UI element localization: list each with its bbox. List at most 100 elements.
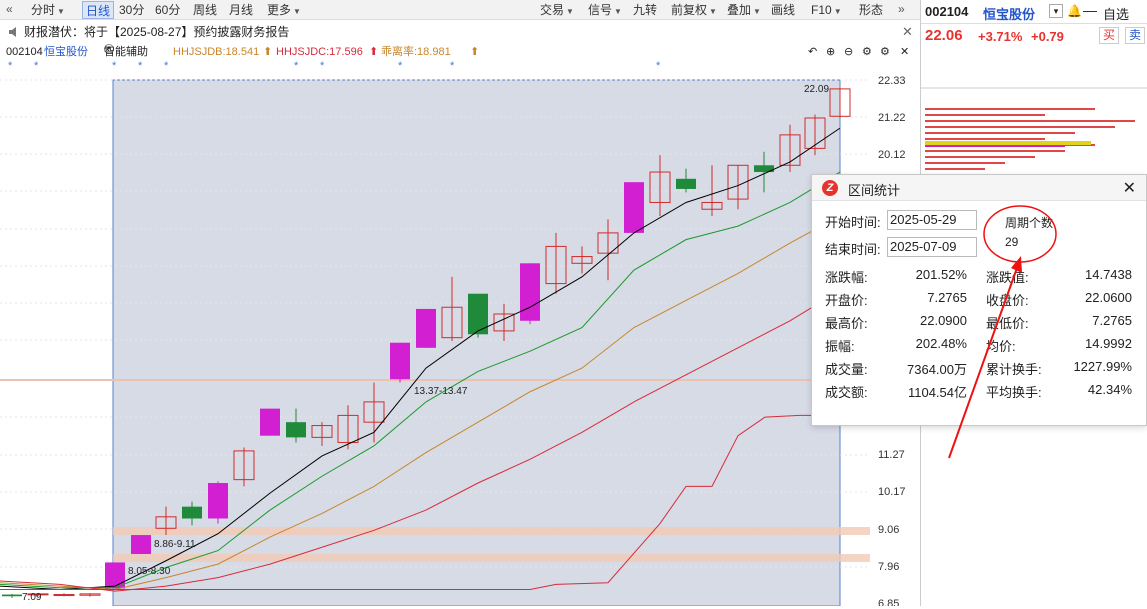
chip-bar — [925, 108, 1095, 110]
y-axis-label: 7.96 — [878, 561, 899, 573]
toolbar-button-3[interactable]: 前复权 ▼ — [668, 1, 720, 19]
collapse-icon[interactable]: « — [6, 2, 13, 16]
dialog-titlebar[interactable]: Z 区间统计 ✕ — [812, 175, 1146, 201]
hhjsjdb-arrow-icon: ⬆ — [263, 46, 273, 58]
notice-text[interactable]: 财报潜伏：将于【2025-08-27】预约披露财务报告 — [24, 22, 289, 42]
zoom-out-icon[interactable]: ⊖ — [844, 44, 853, 60]
stat-value: 7.2765 — [1092, 313, 1132, 328]
chip-bar — [925, 132, 1075, 134]
toolbar-button-label: 叠加 — [727, 3, 752, 17]
period-tab-label: 日线 — [86, 4, 111, 18]
stat-value: 7364.00万 — [907, 362, 967, 377]
chip-bar — [925, 145, 1065, 147]
stat-value: 22.0900 — [920, 313, 967, 328]
stat-label: 涨跌幅: — [825, 270, 868, 285]
deviation-label: 乖离率:18.981 — [381, 46, 451, 58]
y-axis-label: 20.12 — [878, 149, 906, 161]
close-icon[interactable]: ✕ — [902, 22, 913, 42]
zoom-in-icon[interactable]: ⊕ — [826, 44, 835, 60]
y-axis-label: 6.85 — [878, 598, 899, 606]
candle-body — [624, 182, 644, 233]
settings-icon[interactable]: ⚙ — [862, 44, 872, 60]
hhjsjdc-arrow-icon: ⬆ — [369, 46, 379, 58]
candle-body — [182, 506, 202, 519]
buy-button[interactable]: 买 — [1099, 27, 1119, 44]
kline-chart[interactable]: 22.33 21.22 20.12 11.27 10.17 9.06 7.96 6.85 22.… — [0, 72, 920, 609]
stat-label: 平均换手: — [986, 385, 1042, 400]
period-count-value: 29 — [1005, 235, 1019, 249]
candle-body — [286, 422, 306, 438]
stat-label: 成交量: — [825, 362, 868, 377]
search-icon[interactable]: ▾ — [1049, 4, 1063, 18]
stat-value: 42.34% — [1087, 382, 1132, 397]
dropdown-arrow-icon: ▼ — [293, 7, 301, 16]
hhjsjdc-label: HHJSJDC:17.596 — [276, 46, 363, 58]
stat-value: 22.0600 — [1085, 290, 1132, 305]
dropdown-arrow-icon: ▼ — [833, 7, 842, 16]
dialog-close-button[interactable]: ✕ — [1123, 178, 1136, 198]
close-chart-icon[interactable]: ✕ — [900, 44, 909, 60]
candle-body — [520, 263, 540, 321]
chip-bar — [925, 120, 1135, 122]
kline-chart-svg[interactable]: 22.33 21.22 20.12 11.27 10.17 9.06 7.96 6.85 22.… — [0, 72, 920, 609]
bell-icon[interactable]: 🔔 — [1067, 4, 1082, 18]
stat-label: 最高价: — [825, 316, 868, 331]
toolbar-button-6[interactable]: F10 ▼ — [808, 1, 845, 19]
toolbar-button-7[interactable]: 形态 — [856, 1, 886, 19]
dropdown-arrow-icon: ▼ — [566, 7, 574, 16]
toolbar-button-1[interactable]: 信号 ▼ — [585, 1, 625, 19]
period-tab-4[interactable]: 周线 — [190, 1, 220, 19]
start-time-input[interactable]: 2025-05-29 — [887, 210, 977, 230]
signal-star-icon: * — [320, 60, 325, 72]
quote-code: 002104 — [925, 4, 969, 19]
candle-body — [390, 342, 410, 380]
range-stats-dialog: Z 区间统计 ✕ 开始时间: 2025-05-29 结束时间: 2025-07-… — [811, 174, 1147, 426]
chip-bar — [925, 138, 1045, 140]
stat-label: 累计换手: — [986, 362, 1042, 377]
toolbar-button-label: 前复权 — [671, 3, 708, 17]
stat-value: 14.9992 — [1085, 336, 1132, 351]
toolbar-button-label: 形态 — [859, 3, 884, 17]
chip-bar — [925, 141, 1091, 143]
sell-button[interactable]: 卖 — [1125, 27, 1145, 44]
chart-toolbar: « 分时 ▼ 日线 30分 60分 周线 月线 更多 ▼ 交易 ▼ 信号 ▼ 九转 前复权 ▼ 叠加 ▼ 画线 F1… — [0, 0, 920, 20]
quote-name[interactable]: 恒宝股份 — [983, 4, 1035, 23]
y-axis-label: 9.06 — [878, 524, 899, 536]
dropdown-arrow-icon: ▼ — [614, 7, 622, 16]
period-tab-label: 周线 — [193, 3, 218, 17]
price-annotation: 13.37-13.47 — [414, 386, 468, 397]
signal-star-icon: * — [450, 60, 455, 72]
candle-body — [131, 535, 151, 554]
stat-label: 振幅: — [825, 339, 855, 354]
gear-icon[interactable]: ⚙ — [880, 44, 890, 60]
stat-value: 202.48% — [915, 336, 967, 351]
period-tab-label: 60分 — [155, 3, 181, 17]
period-tab-6[interactable]: 更多 ▼ — [264, 1, 304, 19]
indicator-bar: 002104 恒宝股份 ▾ 智能辅助 HHJSJDB:18.541 ⬆ HHJSJ… — [0, 44, 920, 60]
period-tab-3[interactable]: 60分 — [152, 1, 183, 19]
toolbar-button-0[interactable]: 交易 ▼ — [537, 1, 577, 19]
stat-value: 1227.99% — [1073, 359, 1132, 374]
minus-icon[interactable]: — — [1083, 2, 1097, 18]
end-time-input[interactable]: 2025-07-09 — [887, 237, 977, 257]
stat-value: 14.7438 — [1085, 267, 1132, 282]
stat-label: 最低价: — [986, 316, 1029, 331]
collapse-right-icon[interactable]: » — [898, 2, 905, 16]
chip-bar — [925, 150, 1065, 152]
signal-star-icon: * — [164, 60, 169, 72]
back-icon[interactable]: ↶ — [808, 44, 817, 60]
stock-name-label[interactable]: 恒宝股份 — [44, 44, 88, 60]
toolbar-button-2[interactable]: 九转 — [630, 1, 660, 19]
period-tab-5[interactable]: 月线 — [226, 1, 256, 19]
period-tab-0[interactable]: 分时 ▼ — [28, 1, 68, 19]
watchlist-label: 自选 — [1103, 7, 1130, 22]
period-tab-2[interactable]: 30分 — [116, 1, 147, 19]
chip-bar — [925, 156, 1035, 158]
toolbar-button-5[interactable]: 画线 — [768, 1, 798, 19]
price-annotation: 8.86-9.11 — [154, 539, 196, 550]
end-time-label: 结束时间: — [825, 242, 881, 257]
watchlist-button[interactable]: 自选 — [1103, 4, 1129, 23]
period-tab-1[interactable]: 日线 — [82, 1, 115, 19]
current-price: 22.06 — [925, 27, 963, 44]
toolbar-button-4[interactable]: 叠加 ▼ — [724, 1, 764, 19]
